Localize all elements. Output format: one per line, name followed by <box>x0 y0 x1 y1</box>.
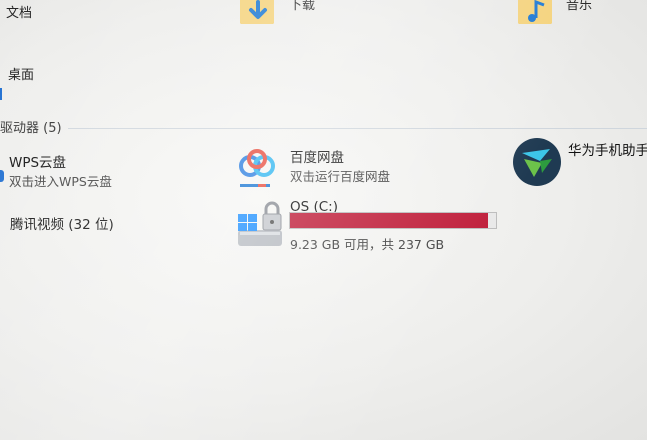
os-drive-usage-fill <box>290 213 488 228</box>
huawei-hisuite-title[interactable]: 华为手机助手 <box>568 139 647 159</box>
wps-cloud-title[interactable]: WPS云盘 <box>9 151 66 171</box>
os-drive-space-text: 9.23 GB 可用，共 237 GB <box>290 237 445 252</box>
tencent-video-title[interactable]: 腾讯视频 (32 位) <box>10 213 114 233</box>
documents-folder-label[interactable]: 文档 <box>6 2 32 21</box>
downloads-folder-label[interactable]: 下载 <box>289 0 315 13</box>
music-folder-icon[interactable] <box>516 0 556 34</box>
huawei-hisuite-icon[interactable] <box>512 137 562 187</box>
drives-group-header[interactable]: 驱动器 (5) <box>0 117 62 136</box>
wps-cloud-subtitle: 双击进入WPS云盘 <box>9 174 112 189</box>
windows-system-drive-icon[interactable] <box>236 200 286 250</box>
desktop-folder-icon-edge <box>0 88 2 100</box>
os-drive-usage-bar <box>289 212 497 229</box>
desktop-folder-label[interactable]: 桌面 <box>8 64 34 83</box>
wps-cloud-icon <box>0 170 4 182</box>
baidu-netdisk-subtitle: 双击运行百度网盘 <box>290 169 391 184</box>
downloads-folder-icon[interactable] <box>238 0 278 34</box>
baidu-netdisk-title[interactable]: 百度网盘 <box>290 146 344 166</box>
baidu-netdisk-icon[interactable] <box>236 146 278 188</box>
music-folder-label[interactable]: 音乐 <box>566 0 592 13</box>
group-divider <box>68 128 647 129</box>
